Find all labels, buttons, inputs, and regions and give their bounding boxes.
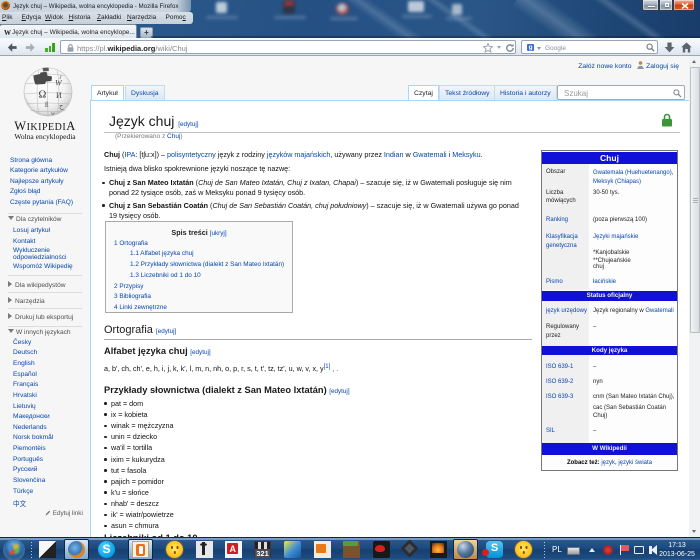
svg-text:И: И [56,91,62,100]
svg-text:Ω: Ω [39,90,47,101]
svg-text:ح: ح [59,102,64,110]
svg-text:ß: ß [45,101,49,109]
